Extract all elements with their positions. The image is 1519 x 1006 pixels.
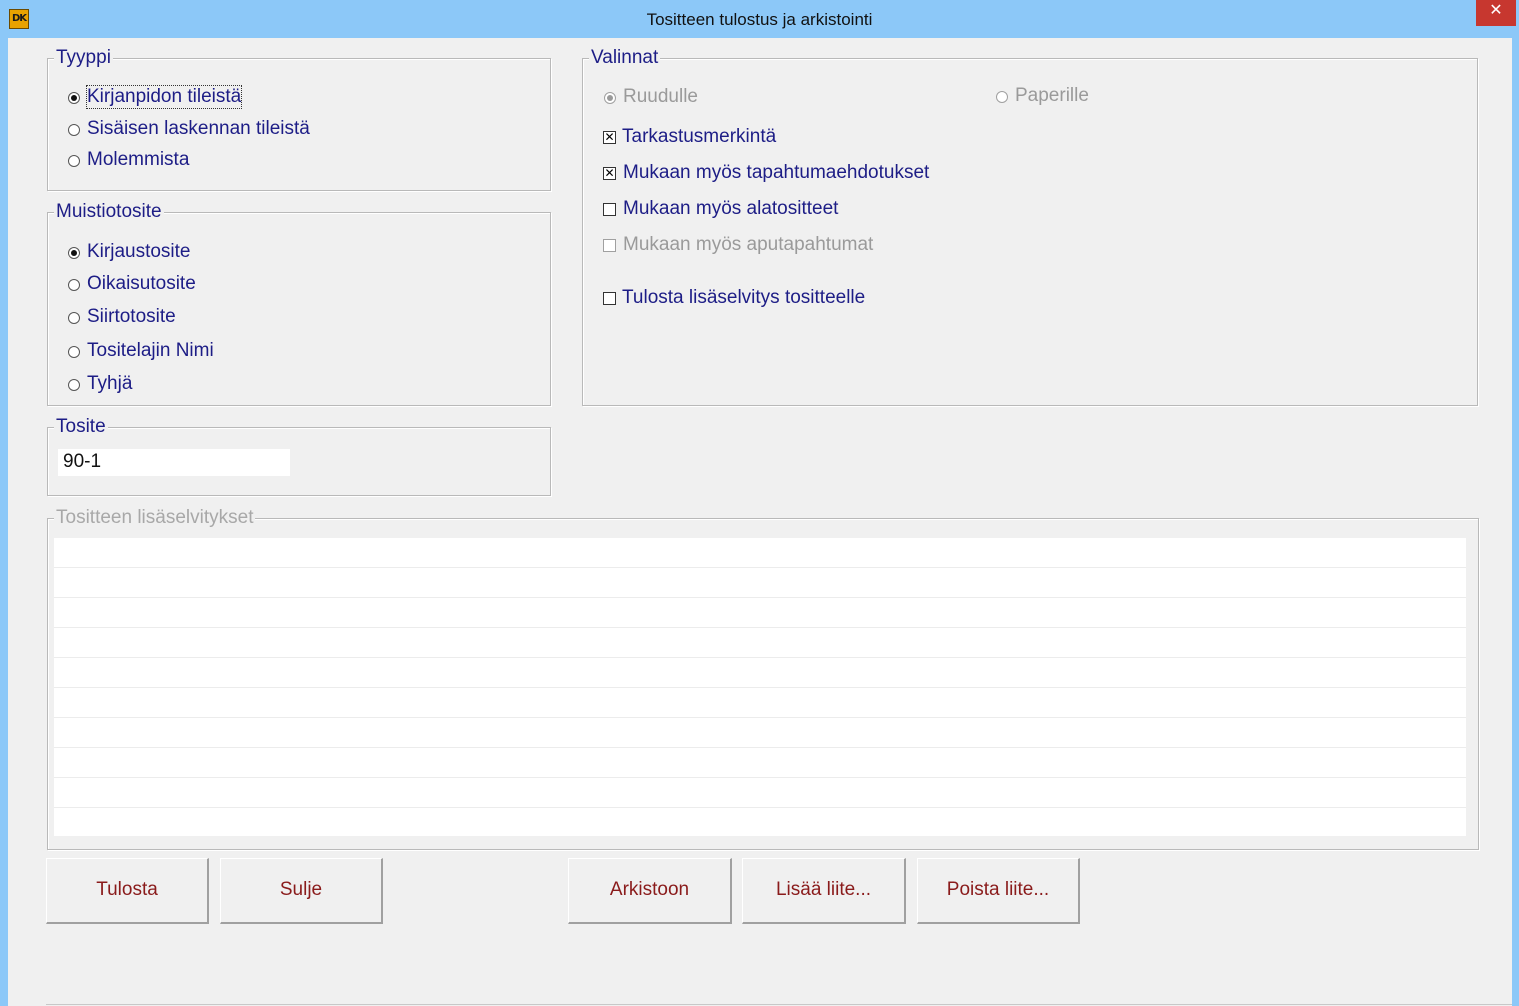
radio-molemmista[interactable] (68, 155, 80, 167)
radio-ruudulle[interactable] (604, 92, 616, 104)
bottom-divider (46, 1004, 1512, 1005)
checkbox-aputapahtumat[interactable] (603, 239, 616, 252)
title-bar: DK Tositteen tulostus ja arkistointi ✕ (0, 0, 1519, 38)
radio-kirjaustosite[interactable] (68, 247, 80, 259)
label-aputapahtumat[interactable]: Mukaan myös aputapahtumat (623, 234, 873, 256)
valinnat-legend: Valinnat (589, 46, 661, 70)
label-molemmista[interactable]: Molemmista (87, 149, 189, 171)
checkbox-tapahtumaehdotukset[interactable]: ✕ (603, 167, 616, 180)
label-siirtotosite[interactable]: Siirtotosite (87, 306, 176, 328)
label-paperille[interactable]: Paperille (1015, 85, 1089, 107)
lisaa-liite-button[interactable]: Lisää liite... (742, 858, 906, 924)
label-kirjanpidon-tileista[interactable]: Kirjanpidon tileistä (85, 85, 243, 109)
radio-siirtotosite[interactable] (68, 312, 80, 324)
lisaselvitykset-list[interactable] (54, 538, 1466, 836)
label-alatositteet[interactable]: Mukaan myös alatositteet (623, 198, 838, 220)
muistiotosite-legend: Muistiotosite (54, 200, 164, 224)
radio-kirjanpidon-tileista[interactable] (68, 92, 80, 104)
tosite-legend: Tosite (54, 415, 108, 439)
tyyppi-legend: Tyyppi (54, 46, 113, 70)
dialog-client-area: Tyyppi Kirjanpidon tileistä Sisäisen las… (8, 38, 1512, 1006)
label-kirjaustosite[interactable]: Kirjaustosite (87, 241, 191, 263)
tosite-input[interactable]: 90-1 (58, 449, 290, 476)
label-tositelajin-nimi[interactable]: Tositelajin Nimi (87, 340, 214, 362)
checkbox-tulosta-lisaselvitys[interactable] (603, 292, 616, 305)
tyyppi-group: Tyyppi Kirjanpidon tileistä Sisäisen las… (47, 46, 551, 191)
poista-liite-button[interactable]: Poista liite... (917, 858, 1080, 924)
label-ruudulle[interactable]: Ruudulle (623, 86, 698, 108)
checkbox-alatositteet[interactable] (603, 203, 616, 216)
radio-paperille[interactable] (996, 91, 1008, 103)
radio-tositelajin-nimi[interactable] (68, 346, 80, 358)
close-button[interactable]: ✕ (1476, 0, 1516, 26)
lisaselvitykset-legend: Tositteen lisäselvitykset (54, 506, 256, 530)
sulje-button[interactable]: Sulje (220, 858, 383, 924)
radio-tyhja[interactable] (68, 379, 80, 391)
radio-sisaisen-laskennan-tileista[interactable] (68, 124, 80, 136)
tosite-group: Tosite 90-1 (47, 415, 551, 496)
arkistoon-button[interactable]: Arkistoon (568, 858, 732, 924)
label-oikaisutosite[interactable]: Oikaisutosite (87, 273, 196, 295)
label-tapahtumaehdotukset[interactable]: Mukaan myös tapahtumaehdotukset (623, 162, 929, 184)
label-tarkastusmerkinta[interactable]: Tarkastusmerkintä (622, 126, 776, 148)
label-tyhja[interactable]: Tyhjä (87, 373, 132, 395)
checkbox-tarkastusmerkinta[interactable]: ✕ (603, 131, 616, 144)
radio-oikaisutosite[interactable] (68, 279, 80, 291)
label-sisaisen-laskennan-tileista[interactable]: Sisäisen laskennan tileistä (87, 118, 310, 140)
label-tulosta-lisaselvitys[interactable]: Tulosta lisäselvitys tositteelle (622, 287, 865, 309)
valinnat-group: Valinnat Ruudulle Paperille ✕ Tarkastusm… (582, 46, 1478, 406)
window-title: Tositteen tulostus ja arkistointi (646, 10, 873, 29)
muistiotosite-group: Muistiotosite Kirjaustosite Oikaisutosit… (47, 200, 551, 406)
tulosta-button[interactable]: Tulosta (46, 858, 209, 924)
